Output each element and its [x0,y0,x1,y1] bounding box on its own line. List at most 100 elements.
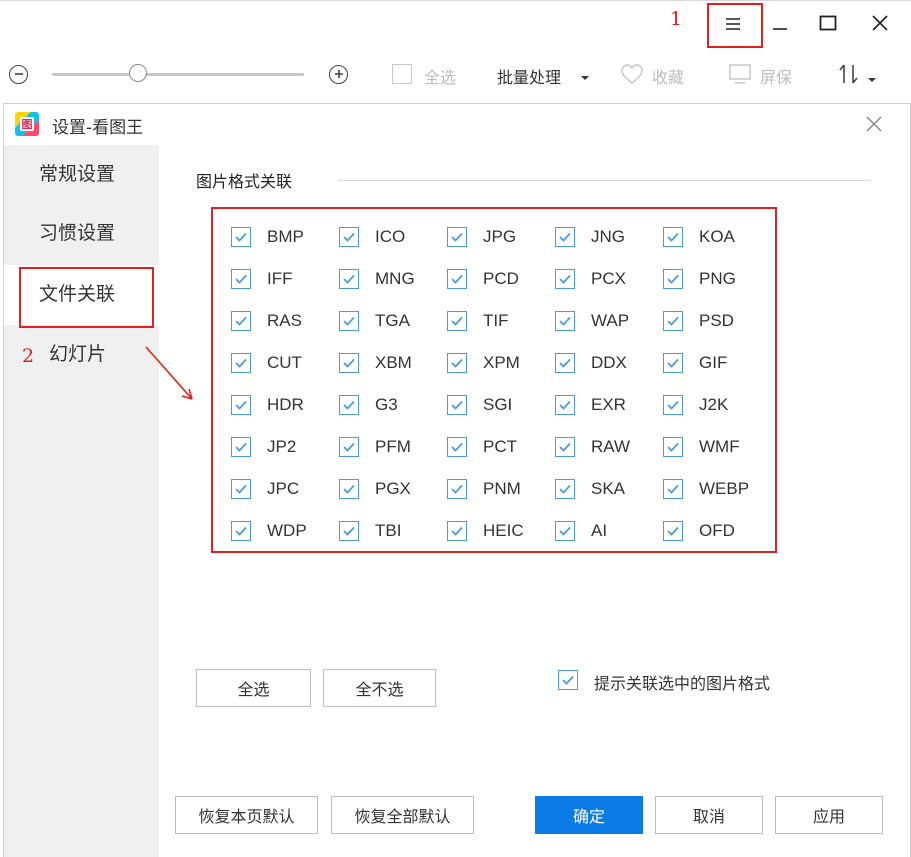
checkbox[interactable] [555,269,575,289]
checkbox[interactable] [663,311,683,331]
format-checkbox-koa[interactable]: KOA [663,222,771,252]
checkbox[interactable] [231,353,251,373]
checkbox[interactable] [231,521,251,541]
batch-process-menu[interactable]: 批量处理 [497,64,561,88]
checkbox[interactable] [555,521,575,541]
checkbox[interactable] [339,269,359,289]
checkbox[interactable] [339,311,359,331]
checkbox[interactable] [555,437,575,457]
format-checkbox-ska[interactable]: SKA [555,474,663,504]
checkbox[interactable] [447,437,467,457]
menu-button[interactable] [713,5,753,45]
zoom-out-button[interactable] [9,65,28,84]
format-checkbox-mng[interactable]: MNG [339,264,447,294]
format-checkbox-webp[interactable]: WEBP [663,474,771,504]
format-checkbox-pcd[interactable]: PCD [447,264,555,294]
checkbox[interactable] [339,437,359,457]
prompt-association-checkbox[interactable] [558,670,578,690]
format-checkbox-psd[interactable]: PSD [663,306,771,336]
format-checkbox-hdr[interactable]: HDR [231,390,339,420]
ok-button[interactable]: 确定 [535,796,643,834]
format-checkbox-xbm[interactable]: XBM [339,348,447,378]
zoom-in-button[interactable] [329,65,348,84]
format-checkbox-wmf[interactable]: WMF [663,432,771,462]
toolbar-select-all-checkbox[interactable] [392,64,412,84]
format-checkbox-g3[interactable]: G3 [339,390,447,420]
format-checkbox-cut[interactable]: CUT [231,348,339,378]
checkbox[interactable] [231,479,251,499]
checkbox[interactable] [231,269,251,289]
format-checkbox-ddx[interactable]: DDX [555,348,663,378]
checkbox[interactable] [231,437,251,457]
format-checkbox-pct[interactable]: PCT [447,432,555,462]
format-checkbox-wap[interactable]: WAP [555,306,663,336]
select-all-button[interactable]: 全选 [196,669,311,707]
checkbox[interactable] [447,269,467,289]
zoom-slider-thumb[interactable] [129,64,147,82]
format-checkbox-heic[interactable]: HEIC [447,516,555,546]
checkbox[interactable] [447,521,467,541]
format-checkbox-jpg[interactable]: JPG [447,222,555,252]
format-checkbox-jng[interactable]: JNG [555,222,663,252]
sort-icon[interactable] [838,62,860,90]
checkbox[interactable] [555,227,575,247]
checkbox[interactable] [339,353,359,373]
restore-page-default-button[interactable]: 恢复本页默认 [175,796,318,834]
checkbox[interactable] [447,227,467,247]
format-checkbox-xpm[interactable]: XPM [447,348,555,378]
checkbox[interactable] [231,227,251,247]
checkbox[interactable] [339,395,359,415]
favorite-button[interactable]: 收藏 [652,64,684,88]
checkbox[interactable] [663,353,683,373]
checkbox[interactable] [447,479,467,499]
checkbox[interactable] [339,521,359,541]
format-checkbox-ai[interactable]: AI [555,516,663,546]
format-checkbox-sgi[interactable]: SGI [447,390,555,420]
minimize-button[interactable] [760,5,800,45]
format-checkbox-pfm[interactable]: PFM [339,432,447,462]
format-checkbox-ico[interactable]: ICO [339,222,447,252]
checkbox[interactable] [231,395,251,415]
format-checkbox-gif[interactable]: GIF [663,348,771,378]
sidebar-item-habits[interactable]: 习惯设置 [4,204,159,264]
checkbox[interactable] [339,227,359,247]
checkbox[interactable] [555,479,575,499]
dialog-close-button[interactable] [863,114,885,136]
format-checkbox-tga[interactable]: TGA [339,306,447,336]
format-checkbox-ofd[interactable]: OFD [663,516,771,546]
checkbox[interactable] [555,395,575,415]
checkbox[interactable] [447,311,467,331]
select-none-button[interactable]: 全不选 [323,669,436,707]
format-checkbox-tif[interactable]: TIF [447,306,555,336]
maximize-button[interactable] [808,5,848,45]
checkbox[interactable] [339,479,359,499]
checkbox[interactable] [231,311,251,331]
format-checkbox-j2k[interactable]: J2K [663,390,771,420]
format-checkbox-raw[interactable]: RAW [555,432,663,462]
checkbox[interactable] [663,395,683,415]
format-checkbox-exr[interactable]: EXR [555,390,663,420]
checkbox[interactable] [663,227,683,247]
checkbox[interactable] [555,353,575,373]
cancel-button[interactable]: 取消 [655,796,763,834]
screensaver-button[interactable]: 屏保 [760,64,792,88]
format-checkbox-wdp[interactable]: WDP [231,516,339,546]
format-checkbox-png[interactable]: PNG [663,264,771,294]
checkbox[interactable] [663,269,683,289]
format-checkbox-iff[interactable]: IFF [231,264,339,294]
format-checkbox-jpc[interactable]: JPC [231,474,339,504]
format-checkbox-pnm[interactable]: PNM [447,474,555,504]
checkbox[interactable] [447,353,467,373]
checkbox[interactable] [663,521,683,541]
checkbox[interactable] [663,437,683,457]
zoom-slider-track[interactable] [52,73,304,76]
restore-all-default-button[interactable]: 恢复全部默认 [331,796,474,834]
sidebar-item-general[interactable]: 常规设置 [4,145,159,205]
format-checkbox-bmp[interactable]: BMP [231,222,339,252]
checkbox[interactable] [447,395,467,415]
format-checkbox-ras[interactable]: RAS [231,306,339,336]
apply-button[interactable]: 应用 [775,796,883,834]
format-checkbox-pcx[interactable]: PCX [555,264,663,294]
window-close-button[interactable] [860,5,900,45]
checkbox[interactable] [555,311,575,331]
